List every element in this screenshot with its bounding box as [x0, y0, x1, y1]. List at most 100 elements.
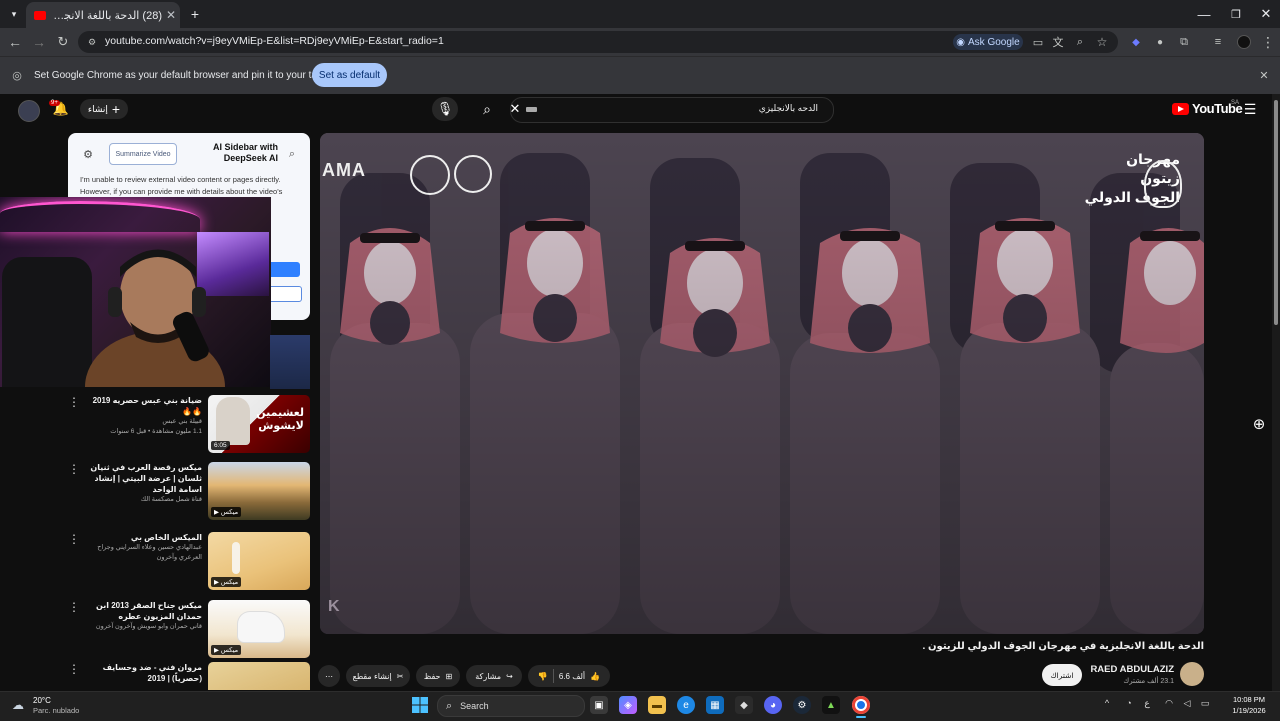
translate-icon[interactable]: 文 [1046, 28, 1070, 56]
rec-title[interactable]: ميكس جناح الصقر 2013 ابن حمدان المزيون ع… [82, 600, 202, 622]
rec-channel: قاني حمران وابو سويش وآخرون آخرون [95, 623, 202, 630]
copilot-icon[interactable]: ◈ [619, 696, 637, 714]
search-clear-icon[interactable]: ✕ [509, 100, 521, 118]
rec-thumbnail[interactable]: لعشيمين لايشوش 6:05 [208, 395, 310, 453]
keyboard-icon[interactable] [526, 107, 537, 112]
chrome-icon[interactable] [852, 696, 870, 714]
create-button[interactable]: إنشاء + [80, 99, 128, 119]
ai-zoom-icon[interactable]: ⌕ [284, 146, 300, 162]
tab-search-icon[interactable]: ▾ [6, 5, 22, 23]
dislike-icon[interactable]: 👎 [538, 672, 548, 681]
new-tab-icon[interactable]: + [186, 4, 204, 24]
zoom-lens-icon[interactable]: ⊕ [1247, 412, 1271, 436]
infobar-close-icon[interactable]: ✕ [1256, 66, 1272, 84]
list-item[interactable]: ⋮ ضيانة بني عبس حصريه 2019 🔥🔥 قبيلة بني … [68, 395, 313, 455]
file-explorer-icon[interactable]: ▬ [648, 696, 666, 714]
app-icon[interactable]: ◆ [735, 696, 753, 714]
reading-list-icon[interactable]: ≡ [1206, 28, 1230, 56]
search-query-text[interactable]: الدحه بالانجليزي [560, 103, 818, 114]
rec-title[interactable]: ضيانة بني عبس حصريه 2019 🔥🔥 [82, 395, 202, 417]
save-button[interactable]: حفظ ⊞ [416, 665, 460, 687]
rec-thumbnail[interactable]: ▶ ميكس [208, 462, 310, 520]
tab-youtube[interactable]: (28) الدحة باللغة الانجليزية في من ✕ [26, 2, 180, 28]
input-language-indicator[interactable]: ع [1140, 698, 1154, 712]
clip-label: إنشاء مقطع [352, 671, 392, 681]
rec-title[interactable]: ميكس رقصة العرب في ثنيان ثلسان | عرضة ال… [82, 462, 202, 495]
battery-icon[interactable]: ▭ [1198, 698, 1212, 712]
taskbar-search-box[interactable]: ⌕ Search [437, 695, 585, 717]
clock-time[interactable]: 10:08 PM [1224, 695, 1274, 704]
subscribe-button[interactable]: اشتراك [1042, 664, 1082, 686]
youtube-play-icon [1172, 102, 1189, 115]
tab-close-icon[interactable]: ✕ [162, 8, 180, 22]
more-options-icon[interactable]: ⋮ [68, 532, 80, 546]
wifi-icon[interactable]: ◠ [1162, 698, 1176, 712]
more-options-icon[interactable]: ⋮ [68, 462, 80, 476]
forward-icon[interactable]: → [27, 28, 51, 56]
list-item[interactable]: ⋮ ميكس رقصة العرب في ثنيان ثلسان | عرضة … [68, 462, 313, 522]
search-icon[interactable]: ⌕ [472, 97, 502, 121]
site-info-icon[interactable]: ⚙ [85, 35, 99, 49]
extension-2-icon[interactable]: ● [1148, 28, 1172, 56]
url-text[interactable]: youtube.com/watch?v=j9eyVMiEp-E&list=RDj… [105, 35, 444, 47]
gaming-chair [2, 257, 92, 387]
clock-date[interactable]: 1/19/2026 [1224, 706, 1274, 715]
weather-cloud-icon[interactable]: ☁ [10, 697, 26, 713]
back-icon[interactable]: ← [3, 28, 27, 56]
edge-icon[interactable]: e [677, 696, 695, 714]
video-player[interactable] [320, 133, 1204, 634]
weather-description[interactable]: Parc. nublado [33, 706, 79, 715]
channel-avatar[interactable] [1180, 662, 1204, 686]
minimize-icon[interactable]: — [1188, 0, 1220, 28]
discord-icon[interactable]: ◕ [764, 696, 782, 714]
restore-icon[interactable]: ❐ [1220, 0, 1252, 28]
ask-google-button[interactable]: ◉ Ask Google [953, 34, 1023, 50]
task-view-icon[interactable]: ▣ [590, 696, 608, 714]
set-default-button[interactable]: Set as default [312, 63, 387, 87]
voice-search-mic-icon[interactable]: 🎙 [432, 97, 458, 121]
rec-title[interactable]: مروان فني - ضد وحسايف (حصرياً) | 2019 [82, 662, 202, 684]
extensions-puzzle-icon[interactable]: ⧉ [1172, 28, 1196, 56]
steam-icon[interactable]: ⚙ [793, 696, 811, 714]
more-options-icon[interactable]: ⋮ [68, 395, 80, 409]
bookmark-star-icon[interactable]: ☆ [1090, 28, 1114, 56]
more-options-icon[interactable]: ⋮ [68, 662, 80, 676]
summarize-video-button[interactable]: Summarize Video [109, 143, 177, 165]
like-icon[interactable]: 👍 [590, 672, 600, 681]
tray-app-icon[interactable]: ◔ [1122, 698, 1136, 712]
share-button[interactable]: مشاركة ↪ [466, 665, 522, 687]
more-options-icon[interactable]: ⋮ [68, 600, 80, 614]
tray-overflow-icon[interactable]: ^ [1100, 698, 1114, 712]
infobar-text: Set Google Chrome as your default browse… [34, 70, 342, 81]
rec-thumbnail[interactable]: ▶ ميكس [208, 532, 310, 590]
weather-temperature[interactable]: 20°C [33, 696, 51, 705]
tab-title: (28) الدحة باللغة الانجليزية في من [52, 9, 162, 22]
profile-icon[interactable] [1232, 28, 1256, 56]
like-dislike-group: 👎 6.6 ألف 👍 [528, 665, 610, 687]
volume-icon[interactable]: ◁ [1180, 698, 1194, 712]
list-item[interactable]: ⋮ الميكس الخاص بي عبدالهادي حسين وعلاء ا… [68, 532, 313, 592]
store-icon[interactable]: ▦ [706, 696, 724, 714]
rec-title[interactable]: الميكس الخاص بي [82, 532, 202, 543]
chrome-menu-icon[interactable]: ⋮ [1256, 28, 1280, 56]
zoom-icon[interactable]: ⌕ [1068, 28, 1092, 56]
ai-settings-gear-icon[interactable]: ⚙ [80, 146, 96, 162]
reload-icon[interactable]: ↻ [51, 28, 75, 56]
more-actions-icon[interactable]: ⋯ [318, 665, 340, 687]
partial-thumbnail[interactable] [270, 335, 310, 389]
hamburger-menu-icon[interactable]: ☰ [1240, 99, 1260, 119]
list-item[interactable]: ⋮ مروان فني - ضد وحسايف (حصرياً) | 2019 [68, 662, 313, 690]
channel-name[interactable]: RAED ABDULAZIZ [1080, 664, 1174, 675]
app-2-icon[interactable]: ▲ [822, 696, 840, 714]
list-item[interactable]: ⋮ ميكس جناح الصقر 2013 ابن حمدان المزيون… [68, 600, 313, 660]
youtube-favicon-icon [34, 10, 46, 20]
account-avatar[interactable] [18, 100, 40, 122]
scrollbar-thumb[interactable] [1274, 100, 1278, 325]
windows-start-icon[interactable] [412, 697, 428, 713]
window-close-icon[interactable]: ✕ [1250, 0, 1280, 28]
rec-thumbnail[interactable] [208, 662, 310, 690]
rec-thumbnail[interactable]: ▶ ميكس [208, 600, 310, 658]
extension-icon[interactable]: ◆ [1124, 28, 1148, 56]
like-count[interactable]: 6.6 ألف [559, 672, 585, 681]
clip-button[interactable]: إنشاء مقطع ✂ [346, 665, 410, 687]
